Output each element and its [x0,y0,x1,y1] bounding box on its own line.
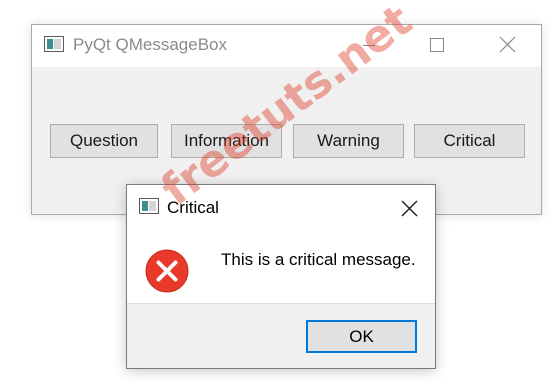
maximize-button[interactable] [414,25,460,67]
critical-dialog: Critical This is a critical message. OK [126,184,436,369]
question-button[interactable]: Question [50,124,158,158]
dialog-message: This is a critical message. [221,250,416,269]
close-icon [401,200,418,217]
dialog-title: Critical [167,198,219,217]
close-button[interactable] [484,25,530,67]
critical-button[interactable]: Critical [414,124,525,158]
app-window-icon [44,36,64,52]
app-window-icon [139,198,159,214]
dialog-close-button[interactable] [391,191,427,223]
minimize-button[interactable] [346,25,392,67]
main-titlebar[interactable]: PyQt QMessageBox [32,25,541,67]
dialog-titlebar[interactable]: Critical [127,185,435,225]
main-window-title: PyQt QMessageBox [73,35,228,54]
information-button[interactable]: Information [171,124,282,158]
ok-button[interactable]: OK [306,320,417,353]
minimize-icon [363,45,375,46]
critical-error-icon [145,249,189,293]
close-icon [499,36,516,53]
warning-button[interactable]: Warning [293,124,404,158]
dialog-button-area: OK [127,303,435,368]
maximize-icon [430,38,444,52]
